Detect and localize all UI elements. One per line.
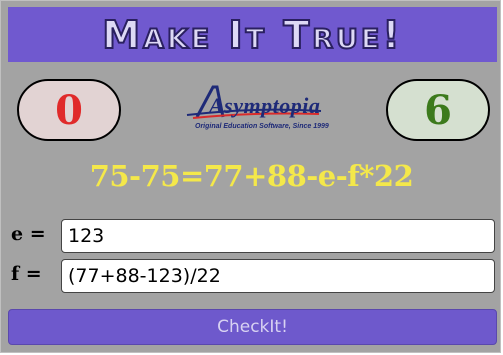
checkit-button[interactable]: CheckIt!	[8, 309, 497, 345]
logo-tagline: Original Education Software, Since 1999	[195, 123, 329, 130]
asymptopia-logo: Asymptopia Original Education Software, …	[183, 81, 329, 137]
e-label: e =	[11, 223, 46, 245]
wrong-score-badge: 0	[17, 79, 121, 141]
wrong-score-value: 0	[55, 86, 83, 134]
f-input[interactable]	[61, 259, 495, 293]
f-label: f =	[11, 263, 42, 285]
checkit-button-label: CheckIt!	[217, 317, 288, 337]
e-input[interactable]	[61, 219, 495, 253]
equation-text: 75-75=77+88-e-f*22	[89, 159, 414, 193]
logo-wordmark: Asymptopia	[209, 93, 321, 118]
game-frame: Make It True! 0 Asymptopia Original Educ…	[0, 0, 501, 353]
game-title: Make It True!	[101, 12, 403, 58]
title-banner: Make It True!	[8, 7, 497, 62]
correct-score-value: 6	[424, 86, 452, 134]
correct-score-badge: 6	[386, 79, 490, 141]
